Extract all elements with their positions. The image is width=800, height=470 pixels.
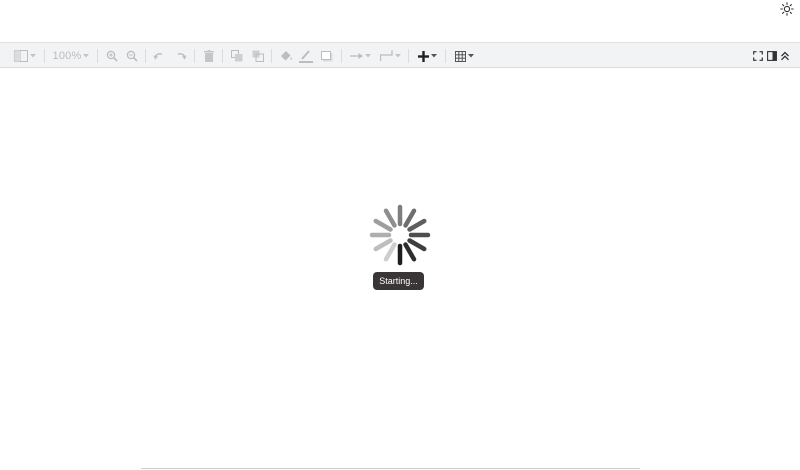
status-message: Starting... [373,272,424,290]
spinner-spoke [407,238,427,252]
separator [271,49,272,63]
loading-spinner [369,204,431,266]
zoom-in-button[interactable] [104,47,120,65]
fullscreen-button[interactable] [751,47,765,65]
spinner-spoke [373,238,393,252]
chevron-down-icon [364,54,371,58]
zoom-dropdown[interactable]: 100% [50,47,92,65]
collapse-icon [780,51,790,61]
line-color-icon [299,49,313,63]
to-back-button[interactable] [250,47,266,65]
spinner-spoke [383,242,397,262]
separator [408,49,409,63]
chevron-down-icon [83,54,90,58]
spinner-spoke [407,218,427,232]
format-panel-icon [14,50,28,62]
collapse-toolbar-button[interactable] [778,47,792,65]
theme-toggle-button[interactable] [778,1,796,21]
waypoints-button[interactable] [377,47,403,65]
divider [141,468,640,469]
spinner-spoke [383,208,397,228]
shadow-icon [321,50,333,62]
undo-button[interactable] [151,47,167,65]
separator [222,49,223,63]
fill-color-button[interactable] [278,47,294,65]
separator [445,49,446,63]
shadow-button[interactable] [319,47,335,65]
toggle-panel-icon [767,51,777,61]
separator [145,49,146,63]
fill-color-icon [280,50,293,62]
table-button[interactable] [451,47,477,65]
zoom-out-button[interactable] [124,47,140,65]
connection-icon [349,52,363,60]
waypoints-icon [379,50,393,62]
spinner-spoke [403,242,417,262]
chevron-down-icon [467,54,474,58]
chevron-down-icon [430,54,437,58]
separator [194,49,195,63]
separator [44,49,45,63]
to-front-icon [231,50,243,62]
chevron-down-icon [394,54,401,58]
to-front-button[interactable] [229,47,245,65]
delete-icon [204,50,214,62]
zoom-out-icon [126,50,138,62]
connection-style-button[interactable] [347,47,373,65]
zoom-in-icon [106,50,118,62]
sun-icon [780,1,794,21]
redo-button[interactable] [173,47,189,65]
toggle-panel-button[interactable] [765,47,779,65]
table-icon [454,50,466,62]
undo-icon [153,51,165,61]
spinner-spoke [373,218,393,232]
format-panel-button[interactable] [12,47,38,65]
zoom-value: 100% [52,50,82,62]
insert-icon [417,50,429,62]
separator [341,49,342,63]
to-back-icon [252,50,264,62]
line-color-button[interactable] [298,47,314,65]
fullscreen-icon [753,51,763,61]
separator [97,49,98,63]
delete-button[interactable] [201,47,217,65]
redo-icon [175,51,187,61]
insert-button[interactable] [414,47,440,65]
chevron-down-icon [30,54,36,58]
toolbar: 100% [0,42,800,68]
spinner-spoke [403,208,417,228]
